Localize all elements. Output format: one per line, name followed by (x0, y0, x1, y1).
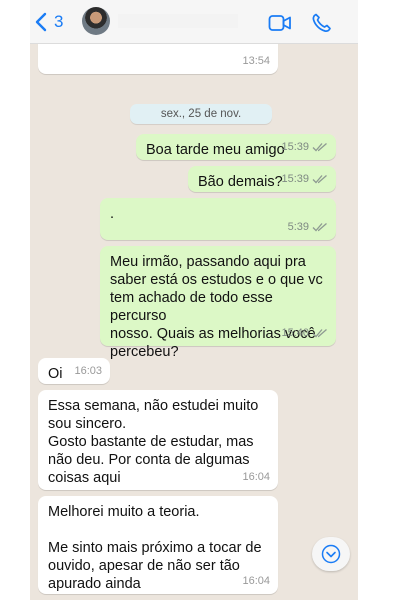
message-text: Meu irmão, passando aqui pra saber está … (110, 254, 323, 360)
voice-call-button[interactable] (310, 12, 334, 34)
scroll-to-bottom-button[interactable] (312, 537, 350, 571)
message-time: 15:39 (281, 173, 309, 185)
message-time: 15:40 (281, 327, 309, 339)
message-text: Bão demais? (198, 174, 283, 190)
message-meta: 16:03 (74, 362, 102, 380)
chat-screen: 13:54 3 sex., 25 de nov. Boa tarde meu a… (30, 0, 358, 600)
message-bubble-outgoing[interactable]: Bão demais? 15:39 (188, 166, 336, 192)
message-time: 16:04 (242, 575, 270, 587)
message-text: Oi (48, 366, 63, 382)
message-meta: 15:39 (281, 138, 328, 156)
avatar[interactable] (82, 7, 110, 35)
chat-header: 3 (30, 0, 358, 44)
read-ticks-icon (312, 223, 327, 232)
date-separator: sex., 25 de nov. (130, 104, 272, 124)
contact-name-redacted[interactable] (118, 14, 238, 28)
video-call-icon (268, 15, 291, 31)
message-time: 16:03 (74, 365, 102, 377)
read-ticks-icon (312, 329, 327, 338)
message-time: 16:04 (242, 471, 270, 483)
back-chevron-icon (35, 12, 47, 32)
message-bubble-incoming[interactable]: Essa semana, não estudei muito sou since… (38, 390, 278, 490)
message-time: 15:39 (281, 141, 309, 153)
message-text: Melhorei muito a teoria. Me sinto mais p… (48, 504, 262, 592)
video-call-button[interactable] (268, 12, 292, 34)
message-bubble-incoming[interactable]: Melhorei muito a teoria. Me sinto mais p… (38, 496, 278, 594)
unread-count: 3 (54, 12, 64, 31)
message-meta: 13:54 (242, 52, 270, 70)
message-bubble-outgoing[interactable]: . 5:39 (100, 198, 336, 240)
chevron-down-circle-icon (321, 544, 341, 564)
message-time: 13:54 (242, 55, 270, 67)
message-meta: 16:04 (242, 572, 270, 590)
message-meta: 15:40 (281, 324, 328, 342)
message-text: Boa tarde meu amigo (146, 142, 285, 158)
back-button[interactable]: 3 (34, 10, 63, 34)
message-meta: 5:39 (288, 218, 328, 236)
read-ticks-icon (312, 175, 327, 184)
voice-call-icon (312, 13, 331, 32)
message-time: 5:39 (287, 221, 309, 233)
message-text: . (110, 206, 115, 222)
message-bubble-outgoing[interactable]: Boa tarde meu amigo 15:39 (136, 134, 336, 160)
message-meta: 15:39 (281, 170, 328, 188)
message-bubble-incoming[interactable]: Oi 16:03 (38, 358, 110, 384)
read-ticks-icon (312, 143, 327, 152)
message-text: Essa semana, não estudei muito sou since… (48, 398, 259, 486)
message-bubble-outgoing[interactable]: Meu irmão, passando aqui pra saber está … (100, 246, 336, 360)
message-meta: 16:04 (242, 468, 270, 486)
